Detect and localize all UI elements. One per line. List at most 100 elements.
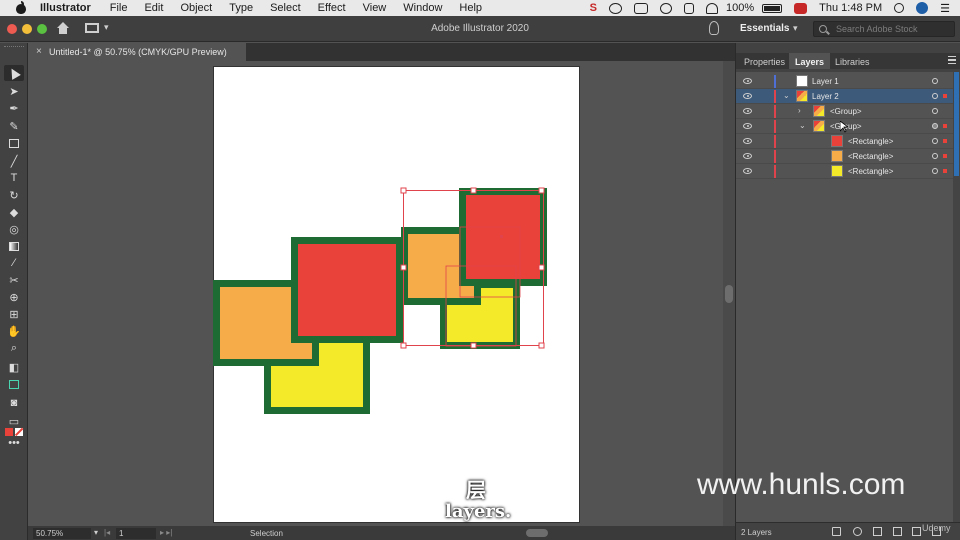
selection-bounding-box[interactable] [398,185,550,351]
layer-name[interactable]: <Rectangle> [848,137,893,146]
adobe-stock-search-input[interactable]: Search Adobe Stock [813,21,955,37]
next-artboard-icon[interactable]: ▸ ▸| [160,528,172,537]
fill-stroke-swatch-icon[interactable] [4,376,24,392]
paintbrush-tool-icon[interactable]: ╱ [4,153,24,169]
apple-icon[interactable] [14,1,28,15]
horizontal-scroll-thumb[interactable] [526,529,548,537]
locate-object-icon[interactable] [853,527,862,536]
warp-tool-icon[interactable]: ◎ [4,221,24,237]
make-clipping-mask-icon[interactable] [873,527,882,536]
menu-app-name[interactable]: Illustrator [40,2,91,14]
menu-object[interactable]: Object [180,2,212,14]
visibility-eye-icon[interactable] [743,123,752,129]
drawing-mode-icon[interactable]: ◙ [4,395,24,411]
selection-indicator[interactable] [943,124,947,128]
layer-name[interactable]: Layer 2 [812,92,839,101]
layer-row-group[interactable]: › <Group> [736,104,954,119]
layer-name[interactable]: <Rectangle> [848,167,893,176]
artboard-tool-icon[interactable]: ⊞ [4,306,24,322]
target-circle-icon[interactable] [932,108,938,114]
user-avatar-icon[interactable] [916,2,929,14]
curvature-tool-icon[interactable]: ✎ [4,118,24,134]
creative-cloud-icon[interactable] [609,2,622,14]
volume-icon[interactable] [684,2,694,14]
chevron-right-icon[interactable]: › [798,106,801,115]
layer-row-layer-2[interactable]: ⌄ Layer 2 [736,89,954,104]
layer-name[interactable]: Layer 1 [812,77,839,86]
close-icon[interactable]: × [36,46,42,57]
red-rectangle[interactable] [291,237,403,343]
workspace-switcher[interactable]: Essentials [740,23,789,34]
menu-help[interactable]: Help [459,2,482,14]
chevron-down-icon[interactable]: ▾ [94,528,98,537]
visibility-eye-icon[interactable] [743,93,752,99]
menubar-clock[interactable]: Thu 1:48 PM [819,2,882,14]
more-tools-icon[interactable]: ••• [4,435,24,451]
vertical-scroll-thumb[interactable] [725,285,733,303]
menu-select[interactable]: Select [270,2,301,14]
menu-window[interactable]: Window [403,2,442,14]
wifi-icon[interactable] [706,2,718,14]
visibility-eye-icon[interactable] [743,78,752,84]
export-icon[interactable] [832,527,841,536]
target-circle-icon[interactable] [932,168,938,174]
layer-row-rectangle[interactable]: <Rectangle> [736,134,954,149]
artboard-number-field[interactable]: 1 [116,528,156,539]
screen-mode-icon[interactable]: ▭ [4,413,24,429]
selection-indicator[interactable] [943,169,947,173]
selection-indicator[interactable] [943,154,947,158]
layer-row-rectangle[interactable]: <Rectangle> [736,164,954,179]
airplay-icon[interactable] [634,2,648,14]
default-fill-stroke-icon[interactable]: ◧ [4,359,24,375]
menu-edit[interactable]: Edit [144,2,163,14]
spotlight-search-icon[interactable] [894,3,905,13]
type-tool-icon[interactable]: T [4,170,24,186]
tab-layers[interactable]: Layers [789,53,831,69]
lightbulb-icon[interactable] [709,21,719,35]
skitch-icon[interactable]: S [590,2,597,14]
create-new-layer-icon[interactable] [912,527,921,536]
target-circle-icon[interactable] [932,78,938,84]
pen-tool-icon[interactable]: ✒ [4,100,24,116]
layer-row-rectangle[interactable]: <Rectangle> [736,149,954,164]
target-circle-icon[interactable] [932,138,938,144]
input-flag-icon[interactable] [794,2,808,14]
layer-name[interactable]: <Rectangle> [848,152,893,161]
rotate-tool-icon[interactable]: ↻ [4,187,24,203]
target-circle-icon[interactable] [932,93,938,99]
menu-view[interactable]: View [363,2,387,14]
zoom-tool-icon[interactable]: ⌕ [4,340,24,356]
target-circle-icon[interactable] [932,153,938,159]
visibility-eye-icon[interactable] [743,168,752,174]
zoom-level-field[interactable]: 50.75% [33,528,91,539]
visibility-eye-icon[interactable] [743,108,752,114]
visibility-eye-icon[interactable] [743,153,752,159]
time-machine-icon[interactable] [660,2,672,14]
visibility-eye-icon[interactable] [743,138,752,144]
notification-center-icon[interactable]: ☰ [940,2,950,15]
tab-properties[interactable]: Properties [738,53,791,69]
eyedropper-tool-icon[interactable]: ⁄ [4,255,24,271]
layer-row-layer-1[interactable]: Layer 1 [736,74,954,89]
selection-tool-icon[interactable] [4,65,24,81]
chevron-down-icon[interactable]: ⌄ [799,121,806,130]
selection-indicator[interactable] [943,139,947,143]
selection-indicator[interactable] [943,94,947,98]
current-tool-status[interactable]: Selection [250,529,283,538]
menu-type[interactable]: Type [229,2,253,14]
hand-tool-icon[interactable]: ✋ [4,323,24,339]
menu-effect[interactable]: Effect [318,2,346,14]
chevron-down-icon[interactable]: ▾ [793,23,798,34]
layer-name[interactable]: <Group> [830,107,862,116]
canvas-area[interactable] [28,61,723,526]
target-circle-icon[interactable] [932,123,938,129]
menu-file[interactable]: File [110,2,128,14]
chevron-down-icon[interactable]: ⌄ [783,91,790,100]
document-tab[interactable]: × Untitled-1* @ 50.75% (CMYK/GPU Preview… [28,43,246,61]
battery-icon[interactable] [762,3,783,13]
vertical-scrollbar[interactable] [723,61,735,526]
eraser-tool-icon[interactable]: ◆ [4,204,24,220]
panel-grip[interactable] [4,46,24,49]
tab-libraries[interactable]: Libraries [829,53,876,69]
layers-scrollbar[interactable] [953,72,960,522]
